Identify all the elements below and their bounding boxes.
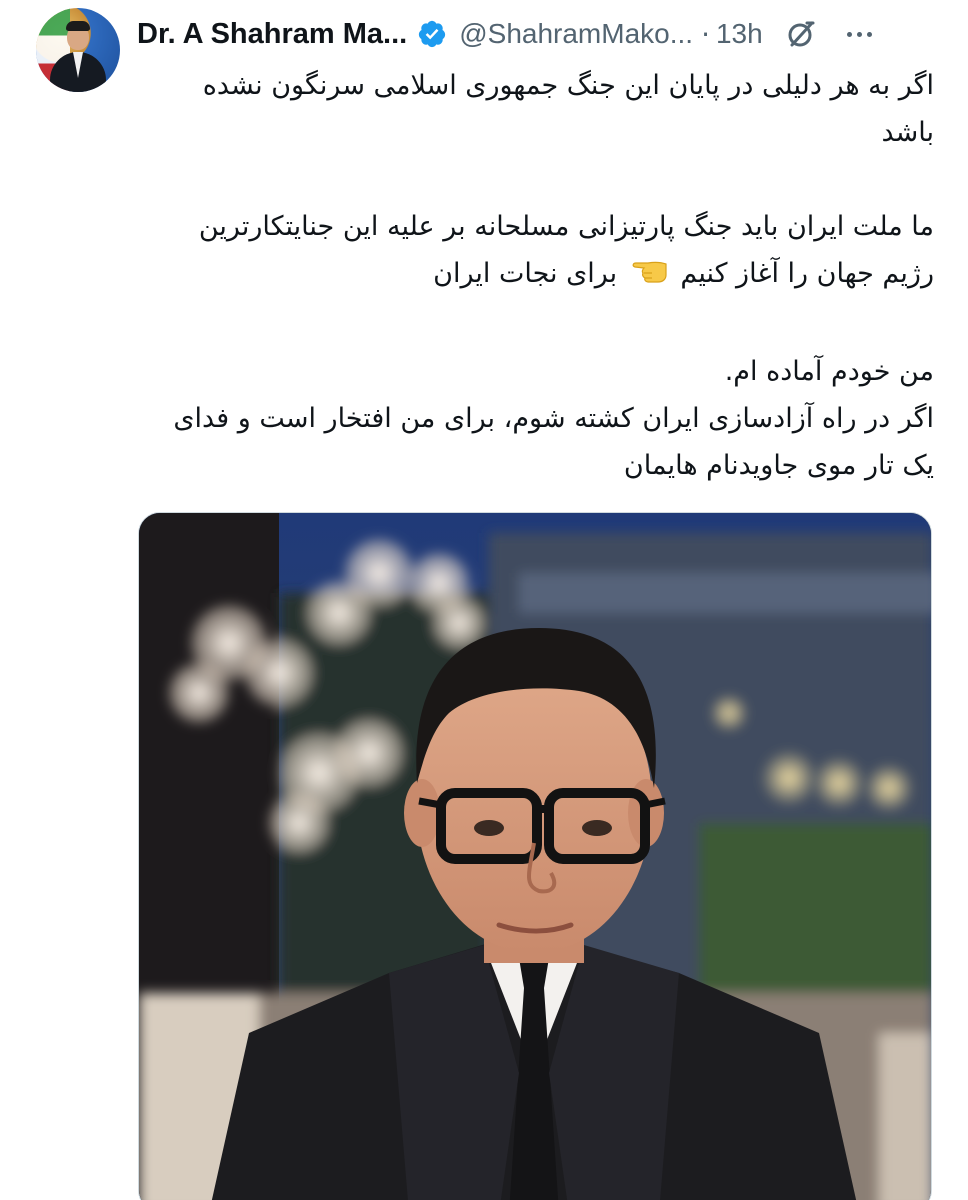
tweet-line: ما ملت ایران باید جنگ پارتیزانی مسلحانه … <box>198 211 934 242</box>
tweet-line: اگر به هر دلیلی در پایان این جنگ جمهوری … <box>202 70 934 101</box>
verified-badge-icon <box>417 19 447 49</box>
tweet-line: اگر در راه آزادسازی ایران کشته شوم، برای… <box>173 403 934 434</box>
tweet-line-part: رژیم جهان را آغاز کنیم <box>680 258 934 289</box>
tweet-line: یک تار موی جاویدنام هایمان <box>623 450 934 481</box>
tweet-line: من خودم آماده ام. <box>724 356 934 387</box>
more-dot <box>856 31 862 37</box>
avatar-hair <box>66 21 90 31</box>
grok-icon[interactable] <box>785 18 817 50</box>
more-dot <box>866 31 872 37</box>
tweet-text: اگر به هر دلیلی در پایان این جنگ جمهوری … <box>140 62 934 489</box>
user-handle[interactable]: @ShahramMako... <box>459 18 693 50</box>
photo-portrait-man-in-suit <box>139 513 931 1200</box>
tweet-header: Dr. A Shahram Ma... @ShahramMako... · 13… <box>137 12 938 56</box>
tweet-photo[interactable] <box>138 512 932 1200</box>
tweet-line-part: برای نجات ایران <box>433 258 618 289</box>
separator-dot: · <box>701 17 710 51</box>
avatar[interactable] <box>36 8 120 92</box>
backhand-index-pointing-left-emoji <box>630 254 668 301</box>
tweet-line: باشد <box>881 117 934 148</box>
tweet-line: رژیم جهان را آغاز کنیم برای نجات ایران <box>140 250 934 301</box>
more-options-icon[interactable] <box>846 31 872 37</box>
display-name[interactable]: Dr. A Shahram Ma... <box>137 18 407 51</box>
timestamp[interactable]: 13h <box>716 18 763 50</box>
more-dot <box>846 31 852 37</box>
